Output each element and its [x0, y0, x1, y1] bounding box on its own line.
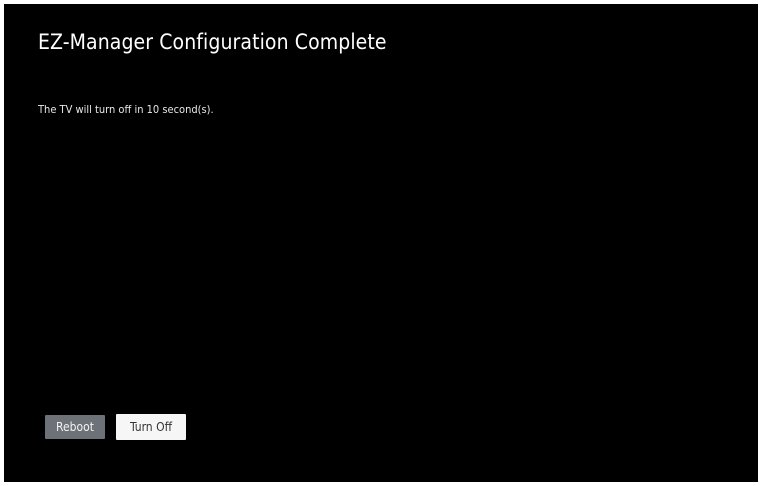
reboot-button[interactable]: Reboot [45, 415, 105, 439]
page-title: EZ-Manager Configuration Complete [38, 30, 387, 54]
countdown-message: The TV will turn off in 10 second(s). [38, 103, 214, 116]
tv-screen: EZ-Manager Configuration Complete The TV… [4, 4, 758, 482]
turn-off-button[interactable]: Turn Off [116, 414, 186, 440]
